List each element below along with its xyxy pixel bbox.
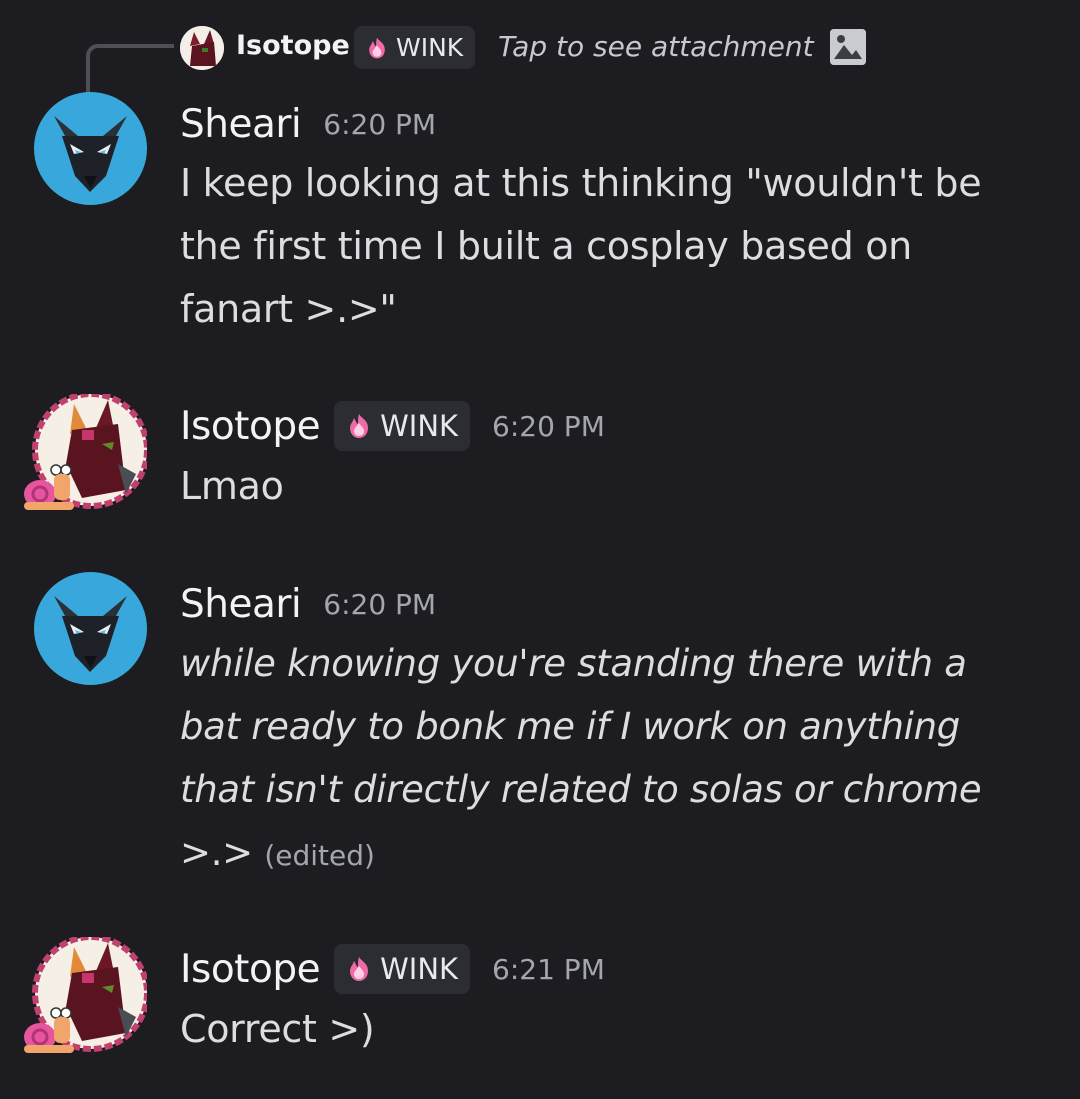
message-header: Sheari 6:20 PM: [180, 579, 436, 629]
message-text: Lmao: [180, 455, 1060, 518]
reply-preview-text[interactable]: Tap to see attachment: [498, 30, 814, 63]
message-line: the first time I built a cosplay based o…: [180, 224, 912, 268]
avatar[interactable]: [34, 92, 147, 205]
author-tag[interactable]: WINK: [334, 401, 471, 451]
flame-icon: [350, 414, 369, 438]
timestamp: 6:20 PM: [323, 107, 437, 141]
author-name[interactable]: Sheari: [180, 102, 302, 147]
message-line: bat ready to bonk me if I work on anythi…: [180, 705, 960, 748]
message-line-end: >.>: [180, 831, 253, 874]
message-header: Isotope WINK 6:21 PM: [180, 944, 605, 994]
reply-author-avatar[interactable]: [180, 26, 224, 70]
message-line: while knowing you're standing there with…: [180, 642, 967, 685]
reply-author-name[interactable]: Isotope: [236, 30, 350, 61]
message-line: I keep looking at this thinking "wouldn'…: [180, 161, 982, 205]
author-name[interactable]: Isotope: [180, 947, 321, 992]
timestamp: 6:21 PM: [492, 952, 605, 986]
author-tag[interactable]: WINK: [334, 944, 471, 994]
reply-author-tag[interactable]: WINK: [354, 26, 476, 69]
author-name[interactable]: Sheari: [180, 582, 302, 627]
message-line: Lmao: [180, 464, 284, 508]
message-header: Isotope WINK 6:20 PM: [180, 401, 605, 451]
message-text: while knowing you're standing there with…: [180, 632, 1060, 887]
tag-label: WINK: [380, 409, 459, 443]
author-name[interactable]: Isotope: [180, 404, 321, 449]
tag-label: WINK: [380, 952, 459, 986]
message-line: >.> (edited): [180, 821, 1060, 887]
avatar[interactable]: [22, 934, 150, 1055]
reply-tag-label: WINK: [396, 33, 464, 62]
flame-icon: [369, 37, 385, 58]
message-text: I keep looking at this thinking "wouldn'…: [180, 152, 1060, 341]
message-line: Correct >): [180, 1007, 375, 1051]
message-line: fanart >.>": [180, 287, 397, 331]
avatar[interactable]: [34, 572, 147, 685]
flame-icon: [350, 957, 369, 981]
message-text: Correct >): [180, 998, 1060, 1061]
message-line: that isn't directly related to solas or …: [180, 768, 982, 811]
timestamp: 6:20 PM: [323, 587, 437, 621]
avatar[interactable]: [22, 391, 150, 512]
timestamp: 6:20 PM: [492, 409, 605, 443]
message-header: Sheari 6:20 PM: [180, 99, 436, 149]
edited-label: (edited): [264, 839, 375, 872]
reply-reference[interactable]: Isotope WINK Tap to see attachment: [0, 24, 1080, 104]
image-icon: [830, 29, 866, 65]
